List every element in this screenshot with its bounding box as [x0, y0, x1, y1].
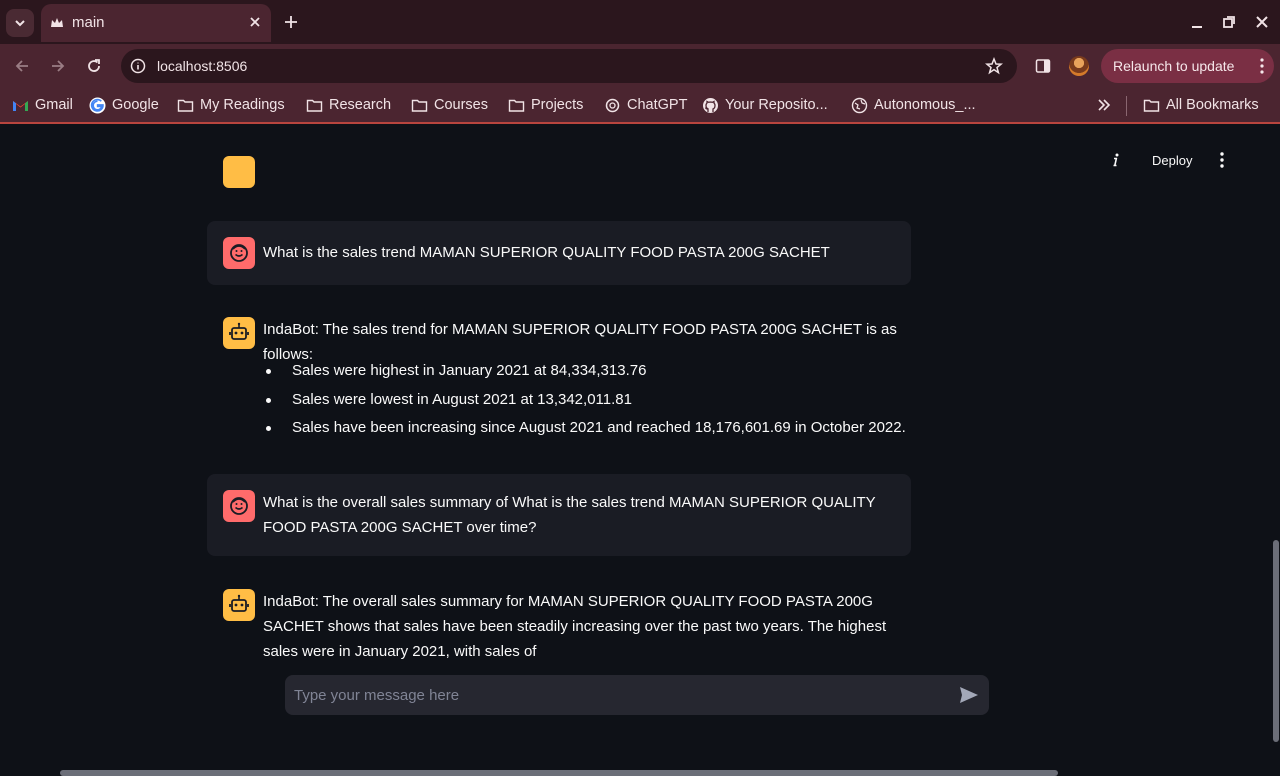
folder-icon [306, 99, 323, 112]
bookmark-label: My Readings [200, 97, 285, 113]
bullet-list: Sales were highest in January 2021 at 84… [263, 357, 923, 443]
bookmark-research[interactable]: Research [306, 95, 391, 115]
vertical-scrollbar[interactable] [1273, 540, 1279, 742]
more-vert-icon [1260, 58, 1264, 74]
bookmark-label: Gmail [35, 97, 73, 113]
tab-title: main [72, 14, 105, 31]
message-text: What is the sales trend MAMAN SUPERIOR Q… [263, 244, 830, 261]
browser-toolbar: localhost:8506 Relaunch to update [0, 44, 1280, 88]
bot-avatar [223, 589, 255, 621]
bookmark-label: Courses [434, 97, 488, 113]
bullet-item: Sales were highest in January 2021 at 84… [263, 357, 923, 386]
relaunch-button[interactable]: Relaunch to update [1101, 49, 1274, 83]
send-icon[interactable] [959, 686, 979, 704]
tab-search-button[interactable] [6, 9, 34, 37]
forward-arrow-icon[interactable] [49, 57, 67, 75]
bookmark-chatgpt[interactable]: ChatGPT [604, 95, 687, 115]
folder-icon [177, 99, 194, 112]
bookmark-projects[interactable]: Projects [508, 95, 583, 115]
app-header: Deploy [980, 126, 1280, 186]
restore-icon[interactable] [1221, 14, 1237, 30]
url-text: localhost:8506 [157, 58, 248, 74]
back-arrow-icon[interactable] [13, 57, 31, 75]
bookmark-label: Projects [531, 97, 584, 113]
bookmark-label: Your Reposito... [725, 97, 828, 113]
chat-input[interactable] [285, 675, 945, 715]
user-face-icon [230, 497, 248, 515]
scroll-mask [223, 126, 255, 156]
site-info-icon[interactable] [130, 58, 146, 74]
main-menu-icon[interactable] [1219, 152, 1225, 168]
message-text: IndaBot: The overall sales summary for M… [263, 593, 887, 660]
new-tab-plus-icon[interactable] [283, 14, 299, 30]
info-icon[interactable] [1108, 152, 1124, 168]
side-panel-icon[interactable] [1034, 57, 1052, 75]
bookmark-autonomous[interactable]: Autonomous_... [851, 95, 976, 115]
user-avatar [223, 490, 255, 522]
bookmarks-divider [1126, 96, 1127, 116]
bot-avatar-partial [223, 156, 255, 188]
bookmark-my-readings[interactable]: My Readings [177, 95, 285, 115]
bookmark-label: Google [112, 97, 159, 113]
bookmarks-bar: Gmail Google My Readings Research Course… [0, 88, 1280, 124]
google-icon [89, 97, 106, 113]
chatgpt-icon [605, 98, 620, 112]
bookmark-your-repositories[interactable]: Your Reposito... [702, 95, 828, 115]
bookmark-google[interactable]: Google [89, 95, 159, 115]
folder-icon [508, 99, 525, 112]
message-text: What is the overall sales summary of Wha… [263, 494, 876, 536]
all-bookmarks[interactable]: All Bookmarks [1143, 95, 1259, 115]
chevron-double-right-icon[interactable] [1096, 97, 1112, 113]
profile-avatar[interactable] [1069, 56, 1089, 76]
robot-icon [229, 322, 249, 340]
chevron-down-icon [15, 20, 25, 27]
globe-icon [851, 97, 868, 113]
bookmark-label: Research [329, 97, 392, 113]
minimize-icon[interactable] [1189, 14, 1205, 30]
browser-tab[interactable]: main [41, 4, 271, 42]
horizontal-scrollbar[interactable] [60, 770, 1058, 776]
reload-icon[interactable] [85, 57, 103, 75]
github-icon [703, 97, 718, 113]
bookmark-courses[interactable]: Courses [411, 95, 488, 115]
tab-strip: main [0, 0, 1280, 44]
bullet-item: Sales were lowest in August 2021 at 13,3… [263, 386, 923, 415]
streamlit-crown-icon [51, 18, 63, 27]
window-close-icon[interactable] [1254, 14, 1270, 30]
bookmark-label: Autonomous_... [874, 97, 976, 113]
close-icon[interactable] [247, 14, 263, 30]
user-face-icon [230, 244, 248, 262]
gmail-icon [13, 100, 28, 111]
address-bar[interactable]: localhost:8506 [121, 49, 1017, 83]
bookmark-label: ChatGPT [627, 97, 688, 113]
folder-icon [1143, 99, 1160, 112]
bookmark-gmail[interactable]: Gmail [12, 95, 73, 115]
all-bookmarks-label: All Bookmarks [1166, 97, 1259, 113]
folder-icon [411, 99, 428, 112]
bullet-item: Sales have been increasing since August … [263, 414, 923, 443]
scroll-mask [223, 188, 255, 216]
relaunch-label: Relaunch to update [1113, 58, 1235, 74]
robot-icon [229, 594, 249, 612]
app-main: Deploy What is the sales trend MAMAN SUP… [0, 126, 1280, 776]
chat-input-container [285, 675, 989, 715]
bot-avatar [223, 317, 255, 349]
deploy-button[interactable]: Deploy [1152, 153, 1192, 168]
user-avatar [223, 237, 255, 269]
bookmark-star-icon[interactable] [985, 57, 1003, 75]
